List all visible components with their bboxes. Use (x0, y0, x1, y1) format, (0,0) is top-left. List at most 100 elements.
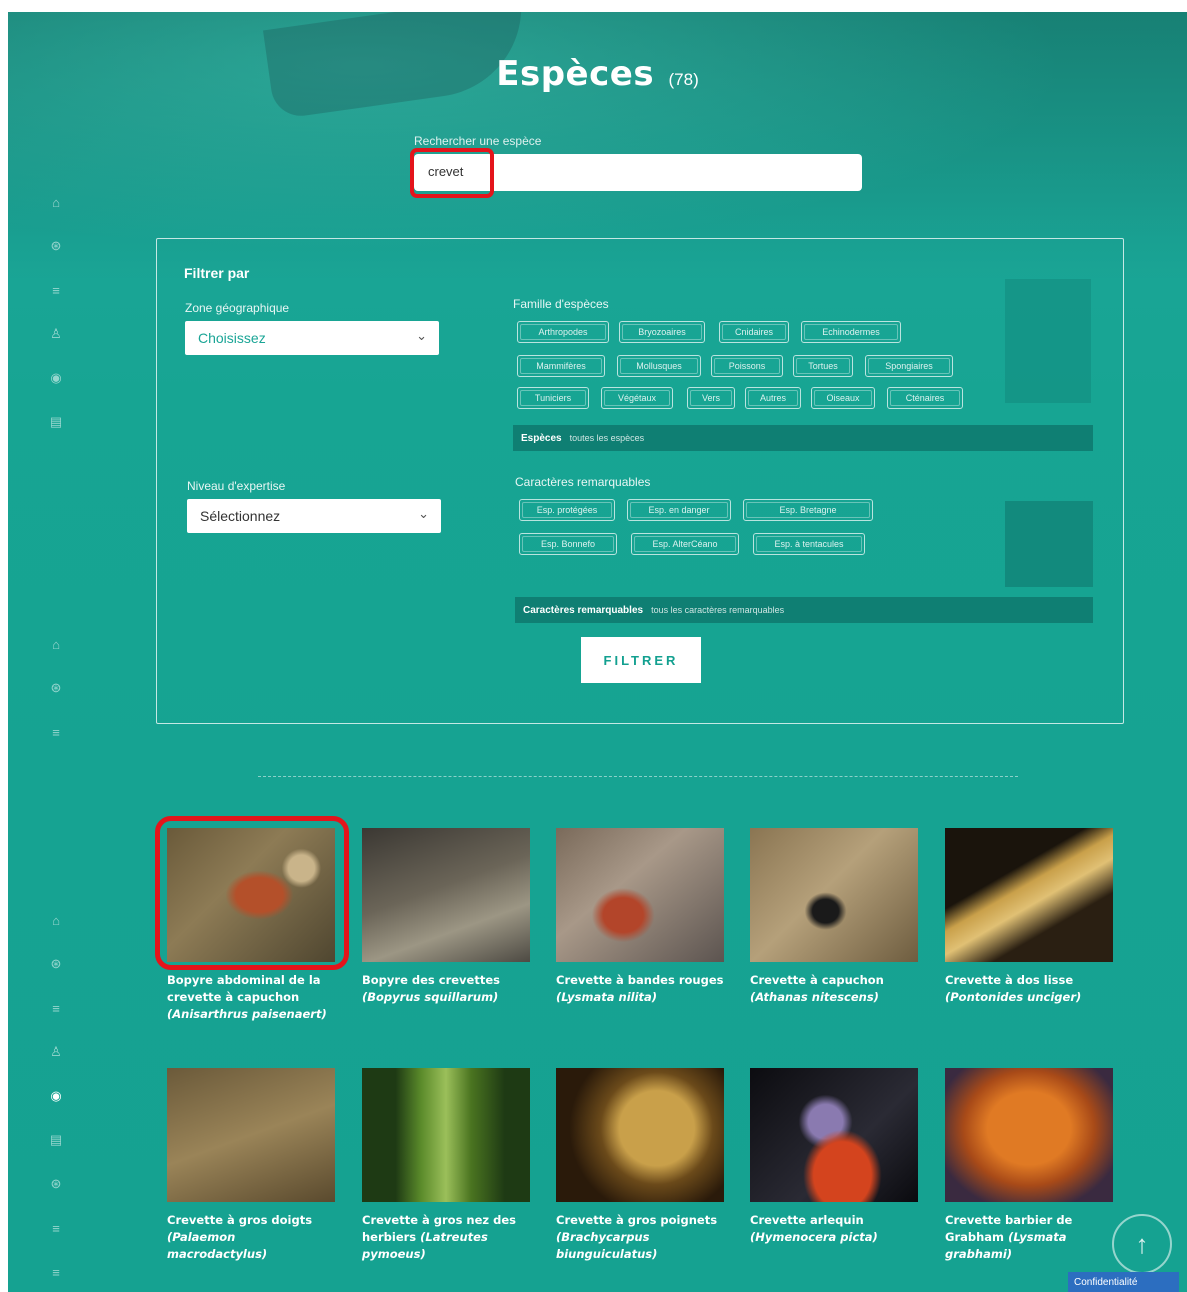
chip-family[interactable]: Oiseaux (811, 387, 875, 409)
species-photo[interactable] (750, 1068, 918, 1202)
compass-icon[interactable]: ⊛ (48, 1176, 64, 1192)
chip-family[interactable]: Mollusques (617, 355, 701, 377)
species-latin: (Palaemon macrodactylus) (167, 1230, 268, 1261)
chip-family[interactable]: Echinodermes (801, 321, 901, 343)
chip-remarkable[interactable]: Esp. protégées (519, 499, 615, 521)
eye-icon[interactable]: ◉ (48, 370, 64, 386)
species-latin: (Pontonides unciger) (945, 990, 1082, 1004)
species-name: Crevette à bandes rouges (556, 973, 724, 987)
menu-icon[interactable]: ≡ (48, 724, 64, 740)
species-caption[interactable]: Crevette barbier de Grabham (Lysmata gra… (945, 1212, 1113, 1263)
chip-family[interactable]: Vers (687, 387, 735, 409)
species-photo[interactable] (750, 828, 918, 962)
species-card[interactable]: Crevette à gros poignets (Brachycarpus b… (556, 1068, 724, 1263)
species-caption[interactable]: Bopyre des crevettes (Bopyrus squillarum… (362, 972, 530, 1006)
eye-icon[interactable]: ◉ (48, 1088, 64, 1104)
menu-icon[interactable]: ≡ (48, 282, 64, 298)
filter-panel: Filtrer par Zone géographique Choisissez… (156, 238, 1124, 724)
confidentiality-badge[interactable]: Confidentialité (1068, 1272, 1179, 1292)
chip-family[interactable]: Mammifères (517, 355, 605, 377)
chip-family[interactable]: Poissons (711, 355, 783, 377)
remarkable-label: Caractères remarquables (515, 475, 651, 489)
species-photo[interactable] (167, 1068, 335, 1202)
species-caption[interactable]: Crevette à capuchon (Athanas nitescens) (750, 972, 918, 1006)
species-latin: (Brachycarpus biunguiculatus) (556, 1230, 658, 1261)
species-bar-value: toutes les espèces (569, 433, 645, 443)
species-count: (78) (668, 70, 699, 89)
chip-family[interactable]: Cténaires (887, 387, 963, 409)
species-caption[interactable]: Crevette à gros poignets (Brachycarpus b… (556, 1212, 724, 1263)
home-icon[interactable]: ⌂ (48, 912, 64, 928)
chevron-down-icon: ⌄ (418, 506, 429, 521)
home-icon[interactable]: ⌂ (48, 636, 64, 652)
species-card[interactable]: Crevette à gros nez des herbiers (Latreu… (362, 1068, 530, 1263)
species-caption[interactable]: Crevette à dos lisse (Pontonides unciger… (945, 972, 1113, 1006)
chip-family[interactable]: Arthropodes (517, 321, 609, 343)
search-highlight (410, 148, 494, 198)
filter-button[interactable]: FILTRER (581, 637, 701, 683)
species-photo[interactable] (362, 1068, 530, 1202)
user-icon[interactable]: ♙ (48, 1044, 64, 1060)
book-icon[interactable]: ▤ (48, 414, 64, 430)
species-latin: (Lysmata nilita) (556, 990, 658, 1004)
species-card[interactable]: Crevette à capuchon (Athanas nitescens) (750, 828, 918, 1006)
menu-icon[interactable]: ≡ (48, 1264, 64, 1280)
search-label: Rechercher une espèce (414, 134, 542, 148)
species-latin: (Anisarthrus paisenaert) (167, 1007, 327, 1021)
species-latin: (Bopyrus squillarum) (362, 990, 499, 1004)
book-icon[interactable]: ▤ (48, 1132, 64, 1148)
chip-remarkable[interactable]: Esp. à tentacules (753, 533, 865, 555)
species-card[interactable]: Crevette à dos lisse (Pontonides unciger… (945, 828, 1113, 1006)
chip-family[interactable]: Tuniciers (517, 387, 589, 409)
home-icon[interactable]: ⌂ (48, 194, 64, 210)
species-caption[interactable]: Crevette à gros nez des herbiers (Latreu… (362, 1212, 530, 1263)
side-nav-bottom: ⌂ ⊛ ≡ ♙ ◉ ▤ ⊛ ≡ ≡ (48, 912, 68, 1292)
diver-image (1005, 279, 1091, 403)
compass-icon[interactable]: ⊛ (48, 956, 64, 972)
species-latin: (Hymenocera picta) (750, 1230, 878, 1244)
card-highlight (155, 816, 349, 970)
chip-family[interactable]: Végétaux (601, 387, 673, 409)
species-photo[interactable] (945, 1068, 1113, 1202)
chip-family[interactable]: Spongiaires (865, 355, 953, 377)
species-bar-label: Espèces (521, 432, 562, 444)
species-caption[interactable]: Crevette à bandes rouges (Lysmata nilita… (556, 972, 724, 1006)
species-caption[interactable]: Crevette arlequin (Hymenocera picta) (750, 1212, 918, 1246)
compass-icon[interactable]: ⊛ (48, 680, 64, 696)
species-caption[interactable]: Bopyre abdominal de la crevette à capuch… (167, 972, 335, 1023)
species-name: Crevette à gros poignets (556, 1213, 718, 1227)
remarkable-bar-label: Caractères remarquables (523, 604, 644, 616)
zone-select[interactable]: Choisissez ⌄ (185, 321, 439, 355)
chip-remarkable[interactable]: Esp. Bretagne (743, 499, 873, 521)
user-icon[interactable]: ♙ (48, 326, 64, 342)
species-card[interactable]: Crevette arlequin (Hymenocera picta) (750, 1068, 918, 1246)
chip-remarkable[interactable]: Esp. AlterCéano (631, 533, 739, 555)
chip-remarkable[interactable]: Esp. en danger (627, 499, 731, 521)
scroll-to-top-button[interactable]: ↑ (1112, 1214, 1172, 1274)
chip-family[interactable]: Cnidaires (719, 321, 789, 343)
species-caption[interactable]: Crevette à gros doigts (Palaemon macroda… (167, 1212, 335, 1263)
species-photo[interactable] (362, 828, 530, 962)
species-bar: Espèces toutes les espèces (513, 425, 1093, 451)
chip-remarkable[interactable]: Esp. Bonnefo (519, 533, 617, 555)
page-title: Espèces (496, 54, 655, 94)
chip-family[interactable]: Autres (745, 387, 801, 409)
species-card[interactable]: Bopyre des crevettes (Bopyrus squillarum… (362, 828, 530, 1006)
compass-icon[interactable]: ⊛ (48, 238, 64, 254)
menu-icon[interactable]: ≡ (48, 1000, 64, 1016)
species-card[interactable]: Crevette à gros doigts (Palaemon macroda… (167, 1068, 335, 1263)
species-photo[interactable] (556, 1068, 724, 1202)
page-background: ⌂ ⊛ ≡ ♙ ◉ ▤ ⌂ ⊛ ≡ ⌂ ⊛ ≡ ♙ ◉ ▤ ⊛ ≡ ≡ Espè… (8, 12, 1187, 1292)
species-name: Bopyre des crevettes (362, 973, 500, 987)
chip-family[interactable]: Bryozoaires (619, 321, 705, 343)
level-select[interactable]: Sélectionnez ⌄ (187, 499, 441, 533)
species-photo[interactable] (556, 828, 724, 962)
level-label: Niveau d'expertise (187, 479, 286, 493)
chip-family[interactable]: Tortues (793, 355, 853, 377)
filter-title: Filtrer par (184, 265, 250, 281)
menu-icon[interactable]: ≡ (48, 1220, 64, 1236)
remarkable-bar-value: tous les caractères remarquables (651, 605, 785, 615)
species-card[interactable]: Crevette barbier de Grabham (Lysmata gra… (945, 1068, 1113, 1263)
species-card[interactable]: Crevette à bandes rouges (Lysmata nilita… (556, 828, 724, 1006)
species-photo[interactable] (945, 828, 1113, 962)
